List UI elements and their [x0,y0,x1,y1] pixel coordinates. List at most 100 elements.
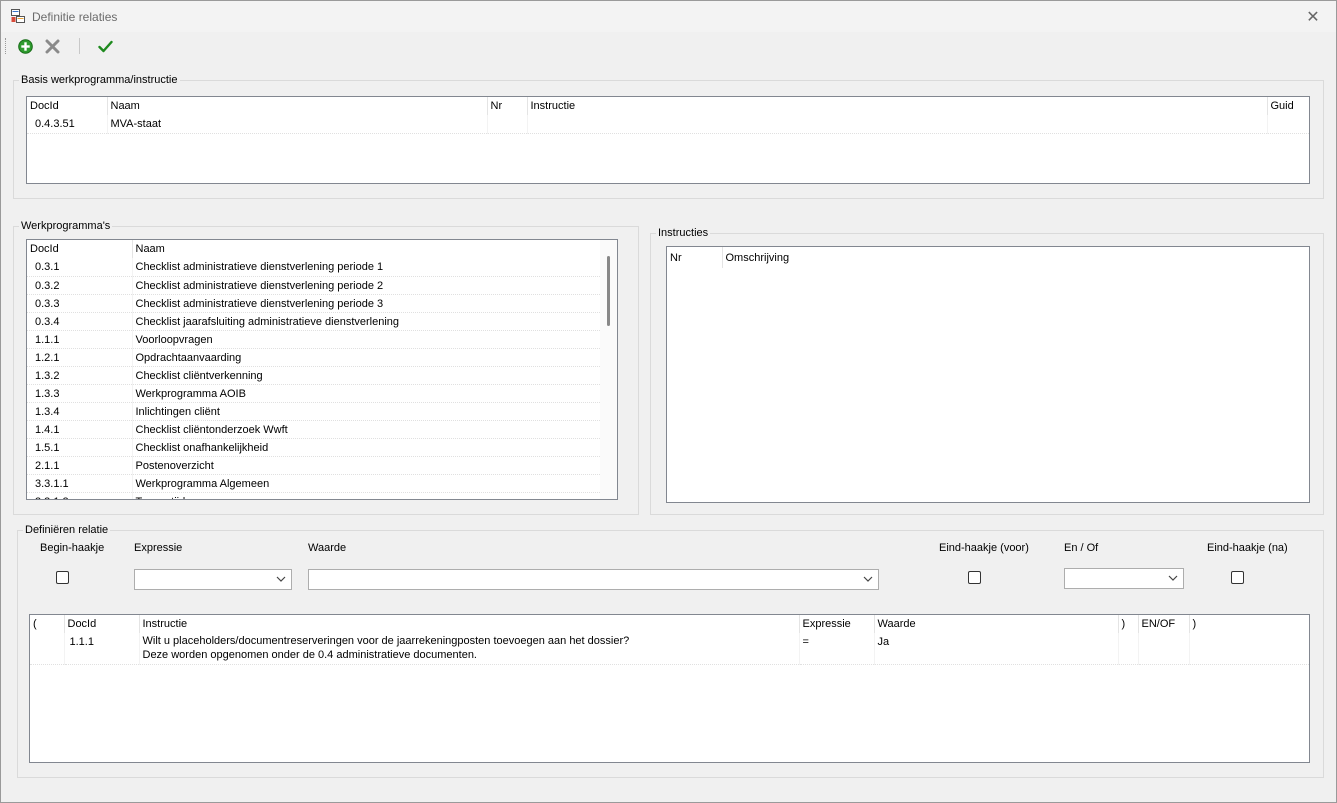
table-row[interactable]: 1.3.2 Checklist cliëntverkenning [27,366,600,385]
table-row[interactable]: 3.3.1.2Tussentijdse [27,492,600,499]
cell-naam: Inlichtingen cliënt [132,402,600,421]
cell-naam: Checklist administratieve dienstverlenin… [132,258,600,277]
table-row[interactable]: 2.1.1 Postenoverzicht [27,456,600,475]
column-header-close-paren-2[interactable]: ) [1189,615,1309,633]
table-row[interactable]: 0.3.2 Checklist administratieve dienstver… [27,276,600,295]
column-header-instructie[interactable]: Instructie [527,97,1268,115]
cell-naam: Checklist administratieve dienstverlenin… [132,294,600,313]
chevron-down-icon [276,576,286,582]
column-header-open-paren[interactable]: ( [30,615,65,633]
cell-docid: 1.2.1 [27,348,133,367]
table-row[interactable]: 0.4.3.51 MVA-staat [27,115,1309,134]
column-header-guid[interactable]: Guid [1267,97,1309,115]
toolbar-grip[interactable] [5,38,8,54]
column-header-naam[interactable]: Naam [132,240,600,258]
table-row[interactable]: 1.5.1 Checklist onafhankelijkheid [27,438,600,457]
close-button[interactable]: ✕ [1290,1,1336,32]
cell-docid: 0.3.3 [27,294,133,313]
column-header-omschrijving[interactable]: Omschrijving [722,247,1309,268]
instructie-line-1: Wilt u placeholders/documentreserveringe… [142,635,630,647]
delete-icon [45,39,59,53]
cell-docid: 2.1.1 [27,456,133,475]
column-header-docid[interactable]: DocId [27,97,108,115]
table-row[interactable]: 3.3.1.1 Werkprogramma Algemeen [27,474,600,493]
cell-docid: 0.3.1 [27,258,133,277]
table-row[interactable]: 1.2.1 Opdrachtaanvaarding [27,348,600,367]
expressie-select[interactable] [134,569,292,590]
relaties-grid[interactable]: ( DocId Instructie Expressie Waarde ) EN… [29,614,1310,763]
column-header-close-paren[interactable]: ) [1118,615,1139,633]
table-row[interactable]: 1.3.3 Werkprogramma AOIB [27,384,600,403]
cell-naam: Voorloopvragen [132,330,600,349]
begin-haakje-checkbox[interactable] [56,571,69,584]
begin-haakje-label: Begin-haakje [40,542,105,554]
cell-naam: Opdrachtaanvaarding [132,348,600,367]
en-of-label: En / Of [1064,542,1099,554]
table-row[interactable]: 0.3.1 Checklist administratieve dienstver… [27,258,600,277]
delete-button[interactable] [42,36,62,56]
expressie-label: Expressie [134,542,183,554]
instructies-grid[interactable]: Nr Omschrijving [666,246,1310,503]
cell-naam: Checklist jaarafsluiting administratieve… [132,312,600,331]
cell-docid: 0.4.3.51 [27,115,108,134]
cell-docid: 1.3.3 [27,384,133,403]
cell-en-of [1138,633,1190,665]
instructies-legend: Instructies [658,227,709,239]
relaties-header-row: ( DocId Instructie Expressie Waarde ) EN… [30,615,1309,633]
basis-legend: Basis werkprogramma/instructie [21,74,178,86]
basis-header-row: DocId Naam Nr Instructie Guid [27,97,1309,115]
cell-docid: 0.3.4 [27,312,133,331]
cell-close-paren-2 [1189,633,1309,665]
close-icon: ✕ [1306,8,1320,26]
cell-docid: 3.3.1.1 [27,474,133,493]
cell-naam: Tussentijdse [132,492,600,499]
scrollbar-thumb[interactable] [607,256,610,326]
column-header-docid[interactable]: DocId [64,615,140,633]
basis-grid[interactable]: DocId Naam Nr Instructie Guid 0.4.3.51 M… [26,96,1310,184]
cell-docid: 1.3.2 [27,366,133,385]
chevron-down-icon [863,576,873,582]
cell-naam: Werkprogramma Algemeen [132,474,600,493]
column-header-expressie[interactable]: Expressie [799,615,875,633]
table-row[interactable]: 0.3.3 Checklist administratieve dienstver… [27,294,600,313]
cell-guid [1267,115,1309,134]
cell-docid: 1.3.4 [27,402,133,421]
cell-waarde: Ja [874,633,1119,665]
cell-naam: MVA-staat [107,115,488,134]
column-header-naam[interactable]: Naam [107,97,488,115]
cell-docid: 1.4.1 [27,420,133,439]
instructies-header-row: Nr Omschrijving [667,247,1309,268]
column-header-en-of[interactable]: EN/OF [1138,615,1190,633]
werkprogrammas-grid[interactable]: DocId Naam 0.3.1 Checklist administratiev… [26,239,618,500]
cell-docid: 1.1.1 [27,330,133,349]
column-header-nr[interactable]: Nr [487,97,528,115]
waarde-label: Waarde [308,542,347,554]
column-header-instructie[interactable]: Instructie [139,615,800,633]
vertical-scrollbar[interactable] [600,240,617,499]
title-bar: Definitie relaties ✕ [1,1,1336,32]
dialog-window: Definitie relaties ✕ Basis werkprogramma… [0,0,1337,803]
column-header-docid[interactable]: DocId [27,240,133,258]
column-header-nr[interactable]: Nr [667,247,723,268]
en-of-select[interactable] [1064,568,1184,589]
window-title: Definitie relaties [32,10,118,24]
cell-instructie: Wilt u placeholders/documentreserveringe… [139,633,800,665]
cell-naam: Checklist administratieve dienstverlenin… [132,276,600,295]
table-row[interactable]: 1.4.1 Checklist cliëntonderzoek Wwft [27,420,600,439]
add-button[interactable] [15,36,35,56]
table-row[interactable]: 1.1.1 Voorloopvragen [27,330,600,349]
table-row[interactable]: 1.1.1 Wilt u placeholders/documentreserv… [30,633,1309,665]
check-icon [97,40,113,52]
cell-open-paren [30,633,65,665]
cell-nr [487,115,528,134]
eind-haakje-na-checkbox[interactable] [1231,571,1244,584]
cell-naam: Checklist cliëntverkenning [132,366,600,385]
table-row[interactable]: 0.3.4 Checklist jaarafsluiting administra… [27,312,600,331]
table-row[interactable]: 1.3.4 Inlichtingen cliënt [27,402,600,421]
column-header-waarde[interactable]: Waarde [874,615,1119,633]
cell-docid: 1.5.1 [27,438,133,457]
toolbar-separator [79,38,80,54]
eind-haakje-voor-checkbox[interactable] [968,571,981,584]
confirm-button[interactable] [95,36,115,56]
waarde-select[interactable] [308,569,879,590]
